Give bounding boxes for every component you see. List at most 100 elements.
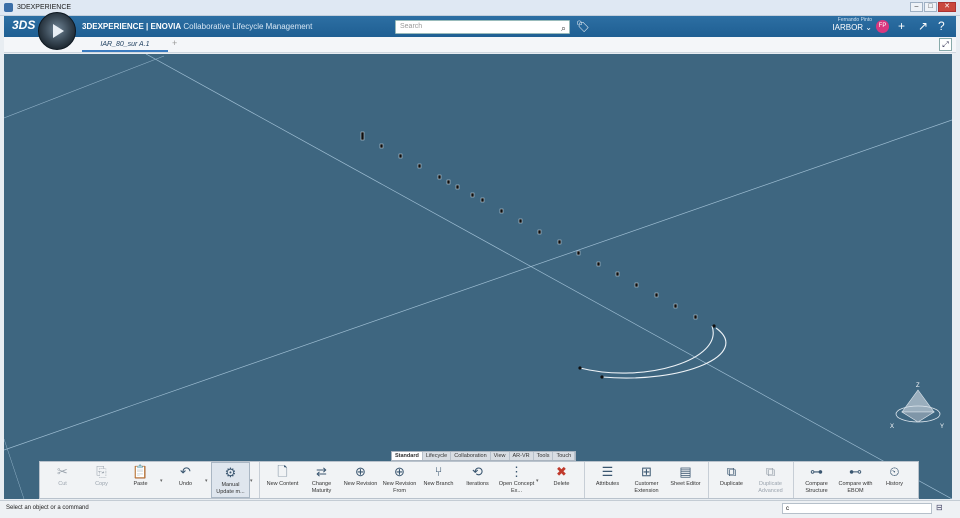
curve[interactable] xyxy=(601,327,727,379)
manual-update-dropdown-caret[interactable]: ▾ xyxy=(250,462,256,498)
point-marker[interactable] xyxy=(518,218,523,224)
command-search-icon[interactable]: ⊟ xyxy=(936,503,943,512)
add-tab-button[interactable]: + xyxy=(172,38,177,48)
point-marker[interactable] xyxy=(379,143,384,149)
point-markers[interactable] xyxy=(360,131,698,320)
tab-tools[interactable]: Tools xyxy=(534,452,554,460)
undo-label: Undo xyxy=(178,481,193,487)
compass-pyramid[interactable] xyxy=(901,389,935,413)
point-marker[interactable] xyxy=(499,208,504,214)
close-button[interactable]: ✕ xyxy=(938,2,956,12)
sheet-editor-label: Sheet Editor xyxy=(670,481,701,487)
axis-line xyxy=(145,54,952,499)
new-revision-from-icon: ⊕ xyxy=(394,464,405,479)
paste-button[interactable]: 📋 Paste xyxy=(121,462,160,498)
3d-viewport[interactable]: Z X Y xyxy=(4,54,952,499)
new-revision-icon: ⊕ xyxy=(355,464,366,479)
new-branch-button[interactable]: ⑂ New Branch xyxy=(419,462,458,498)
window-controls: – □ ✕ xyxy=(910,2,956,12)
point-marker[interactable] xyxy=(693,314,698,320)
search-input[interactable]: Search ⌕ xyxy=(395,20,570,34)
duplicate-button[interactable]: ⧉ Duplicate xyxy=(712,462,751,498)
axis-line xyxy=(4,119,952,451)
tab-lifecycle[interactable]: Lifecycle xyxy=(423,452,452,460)
sheet-editor-icon: ▤ xyxy=(679,464,692,479)
tag-icon[interactable]: 🏷 xyxy=(576,20,590,33)
manual-update-label: Manual Update m... xyxy=(216,482,245,495)
cut-button[interactable]: ✂ Cut xyxy=(43,462,82,498)
curve-endpoint[interactable] xyxy=(712,324,716,328)
customer-extension-icon: ⊞ xyxy=(641,464,652,479)
add-icon[interactable]: + xyxy=(898,19,905,33)
brand-title: 3DEXPERIENCE | ENOVIA Collaborative Life… xyxy=(82,22,312,31)
scene-canvas[interactable]: Z X Y xyxy=(4,54,952,499)
duplicate-advanced-button[interactable]: ⧉ Duplicate Advanced xyxy=(751,462,790,498)
curve-endpoint[interactable] xyxy=(600,375,604,379)
point-marker[interactable] xyxy=(596,261,601,267)
new-revision-button[interactable]: ⊕ New Revision xyxy=(341,462,380,498)
compare-ebom-button[interactable]: ⊷ Compare with EBOM xyxy=(836,462,875,498)
share-icon[interactable]: ↗ xyxy=(918,19,928,33)
expand-icon[interactable]: ⤢ xyxy=(939,38,952,51)
point-marker[interactable] xyxy=(576,250,581,256)
point-marker[interactable] xyxy=(634,282,639,288)
delete-button[interactable]: ✖ Delete xyxy=(542,462,581,498)
undo-button[interactable]: ↶ Undo xyxy=(166,462,205,498)
user-info[interactable]: Fernando Pinto IARBOR ⌄ xyxy=(816,17,872,32)
tab-touch[interactable]: Touch xyxy=(553,452,576,460)
new-revision-from-label: New Revision From xyxy=(382,481,417,494)
duplicate-label: Duplicate xyxy=(720,481,743,487)
tab-standard[interactable]: Standard xyxy=(392,452,423,460)
command-input[interactable]: c xyxy=(782,503,932,514)
minimize-button[interactable]: – xyxy=(910,2,923,12)
point-marker[interactable] xyxy=(360,131,365,141)
history-button[interactable]: ⏲ History xyxy=(875,462,914,498)
change-maturity-button[interactable]: ⇄ Change Maturity xyxy=(302,462,341,498)
point-marker[interactable] xyxy=(480,197,485,203)
point-marker[interactable] xyxy=(417,163,422,169)
point-marker[interactable] xyxy=(470,192,475,198)
help-icon[interactable]: ? xyxy=(938,19,945,33)
view-compass[interactable]: Z X Y xyxy=(890,383,944,430)
account-selector[interactable]: IARBOR ⌄ xyxy=(816,23,872,32)
compass-axis-z: Z xyxy=(916,383,920,389)
iterations-button[interactable]: ⟲ Iterations xyxy=(458,462,497,498)
delete-label: Delete xyxy=(553,481,570,487)
new-content-icon: 🗋 xyxy=(277,464,288,479)
window-title-bar: 3DEXPERIENCE – □ ✕ xyxy=(0,0,960,16)
point-marker[interactable] xyxy=(557,239,562,245)
customer-extension-button[interactable]: ⊞ Customer Extension xyxy=(627,462,666,498)
curve-endpoint[interactable] xyxy=(578,366,582,370)
attributes-button[interactable]: ☰ Attributes xyxy=(588,462,627,498)
point-marker[interactable] xyxy=(437,174,442,180)
sheet-editor-button[interactable]: ▤ Sheet Editor xyxy=(666,462,705,498)
new-content-button[interactable]: 🗋 New Content xyxy=(263,462,302,498)
point-marker[interactable] xyxy=(537,229,542,235)
compare-structure-icon: ⊶ xyxy=(810,464,823,479)
point-marker[interactable] xyxy=(673,303,678,309)
maximize-button[interactable]: □ xyxy=(924,2,937,12)
tab-collaboration[interactable]: Collaboration xyxy=(451,452,491,460)
change-maturity-label: Change Maturity xyxy=(311,481,332,494)
tab-view[interactable]: View xyxy=(491,452,510,460)
point-marker[interactable] xyxy=(446,179,451,185)
search-placeholder: Search xyxy=(400,23,423,30)
compass-icon[interactable] xyxy=(38,12,76,50)
open-concept-button[interactable]: ⋮ Open Concept Ex... xyxy=(497,462,536,498)
point-marker[interactable] xyxy=(398,153,403,159)
point-marker[interactable] xyxy=(654,292,659,298)
point-marker[interactable] xyxy=(455,184,460,190)
avatar[interactable]: FP xyxy=(876,20,889,33)
status-bar: Select an object or a command c ⊟ xyxy=(0,500,960,518)
tab-active-document[interactable]: IAR_80_sur A.1 xyxy=(82,38,168,52)
group-clipboard: ✂ Cut ⎘ Copy 📋 Paste ▾ ↶ Undo ▾ ⚙ Manual Upda… xyxy=(40,462,260,498)
curve[interactable] xyxy=(579,325,714,374)
search-icon[interactable]: ⌕ xyxy=(561,22,566,34)
tab-ar-vr[interactable]: AR-VR xyxy=(510,452,534,460)
compare-structure-button[interactable]: ⊶ Compare Structure xyxy=(797,462,836,498)
copy-button[interactable]: ⎘ Copy xyxy=(82,462,121,498)
manual-update-button[interactable]: ⚙ Manual Update m... xyxy=(211,462,250,498)
new-revision-from-button[interactable]: ⊕ New Revision From xyxy=(380,462,419,498)
tab-bar: IAR_80_sur A.1 + ⤢ xyxy=(4,37,956,53)
point-marker[interactable] xyxy=(615,271,620,277)
